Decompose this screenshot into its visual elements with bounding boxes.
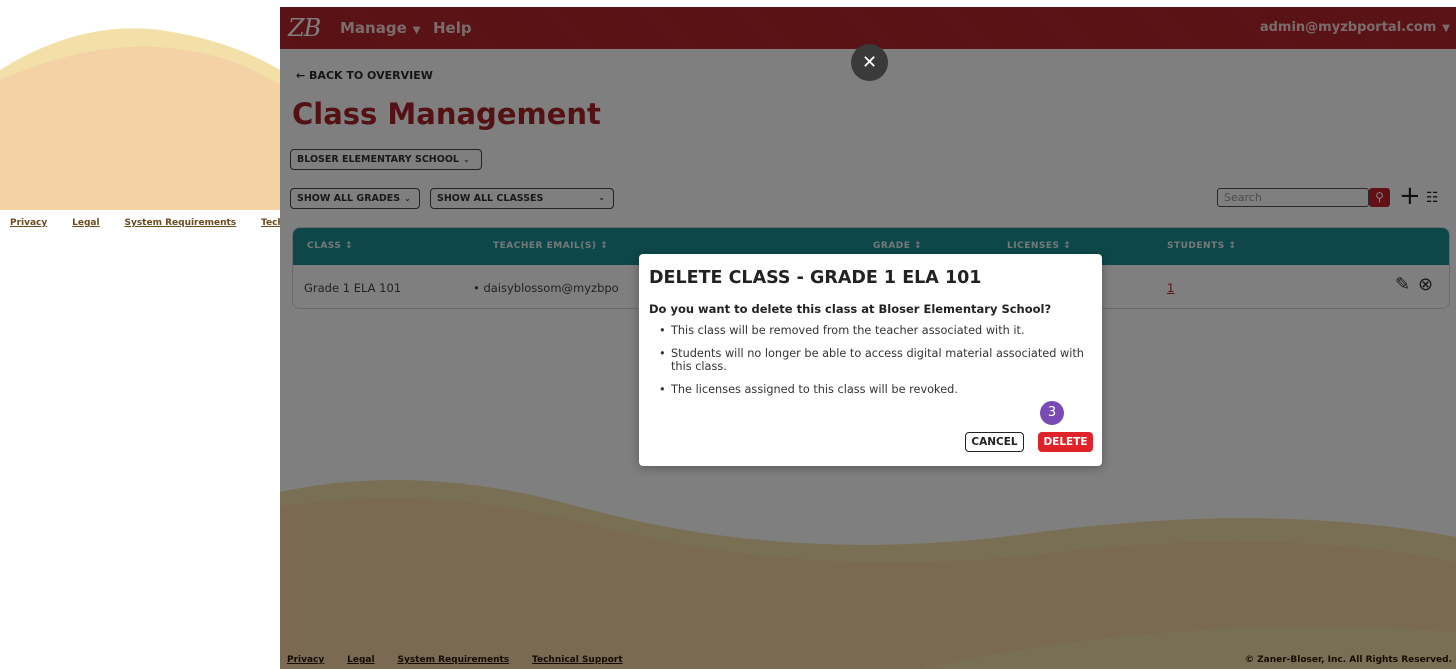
list-item: The licenses assigned to this class will… [649, 383, 1094, 396]
legal-link[interactable]: Legal [72, 218, 99, 228]
background-wave [0, 28, 280, 240]
dialog-question: Do you want to delete this class at Blos… [649, 302, 1052, 316]
close-icon[interactable]: ✕ [851, 44, 888, 81]
cancel-button[interactable]: CANCEL [965, 432, 1024, 452]
left-footer: Privacy Legal System Requirements Tech [10, 218, 280, 228]
background-panel: Privacy Legal System Requirements Tech [0, 0, 280, 669]
app-window: ZB Manage▼ Help admin@myzbportal.com▼ ← … [280, 7, 1456, 669]
step-number-badge: 3 [1040, 401, 1064, 425]
list-item: This class will be removed from the teac… [649, 324, 1094, 337]
delete-class-dialog: DELETE CLASS - GRADE 1 ELA 101 Do you wa… [639, 254, 1102, 466]
delete-button[interactable]: DELETE [1038, 432, 1093, 452]
dialog-bullet-list: This class will be removed from the teac… [649, 324, 1094, 406]
list-item: Students will no longer be able to acces… [649, 347, 1094, 373]
technical-support-link[interactable]: Tech [261, 218, 280, 228]
dialog-title: DELETE CLASS - GRADE 1 ELA 101 [649, 268, 982, 288]
system-requirements-link[interactable]: System Requirements [124, 218, 236, 228]
privacy-link[interactable]: Privacy [10, 218, 47, 228]
